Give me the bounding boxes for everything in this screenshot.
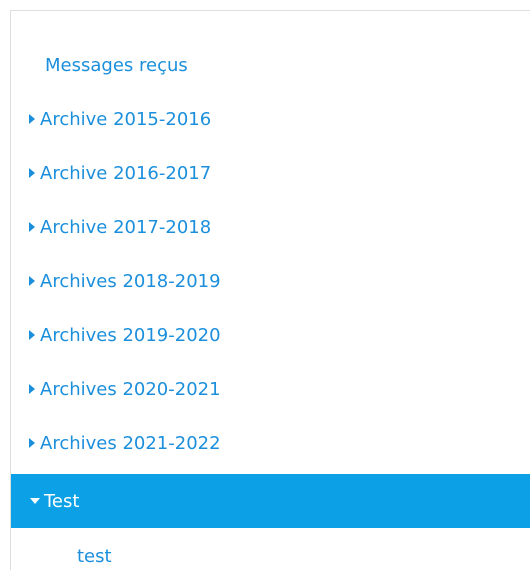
caret-right-icon[interactable] <box>29 222 35 232</box>
folder-test-child[interactable]: test <box>11 529 530 583</box>
folder-label: Archive 2017-2018 <box>40 216 212 238</box>
caret-right-icon[interactable] <box>29 384 35 394</box>
folder-archive-2016-2017[interactable]: Archive 2016-2017 <box>11 146 530 200</box>
caret-right-icon[interactable] <box>29 168 35 178</box>
folder-archive-2015-2016[interactable]: Archive 2015-2016 <box>11 92 530 146</box>
folder-archive-2017-2018[interactable]: Archive 2017-2018 <box>11 200 530 254</box>
folder-messages-recus[interactable]: Messages reçus <box>11 38 530 92</box>
caret-right-icon[interactable] <box>29 438 35 448</box>
caret-right-icon[interactable] <box>29 276 35 286</box>
folder-label: Test <box>44 490 80 512</box>
folder-label: Archives 2018-2019 <box>40 270 221 292</box>
folder-label: Archives 2019-2020 <box>40 324 221 346</box>
folder-label: test <box>77 545 112 567</box>
folder-archives-2019-2020[interactable]: Archives 2019-2020 <box>11 308 530 362</box>
folder-label: Archive 2016-2017 <box>40 162 212 184</box>
caret-right-icon[interactable] <box>29 114 35 124</box>
folder-label: Archives 2021-2022 <box>40 432 221 454</box>
folder-label: Archive 2015-2016 <box>40 108 212 130</box>
caret-down-icon[interactable] <box>30 498 40 504</box>
caret-right-icon[interactable] <box>29 330 35 340</box>
folder-label: Archives 2020-2021 <box>40 378 221 400</box>
folder-label: Messages reçus <box>45 54 188 76</box>
folder-archives-2021-2022[interactable]: Archives 2021-2022 <box>11 416 530 470</box>
folder-tree-panel: Messages reçus Archive 2015-2016 Archive… <box>10 10 530 570</box>
folder-archives-2020-2021[interactable]: Archives 2020-2021 <box>11 362 530 416</box>
folder-test-selected[interactable]: Test <box>11 474 530 528</box>
folder-archives-2018-2019[interactable]: Archives 2018-2019 <box>11 254 530 308</box>
